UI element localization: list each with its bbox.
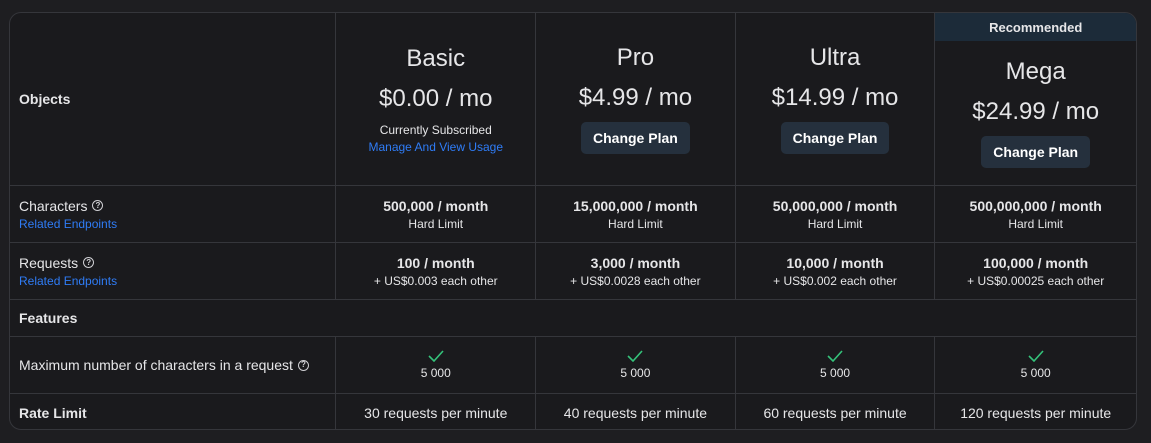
rate-limit-row: Rate Limit 30 requests per minute 40 req… <box>10 394 1136 429</box>
table-cell: 500,000,000 / month Hard Limit <box>935 186 1136 242</box>
plan-name: Pro <box>616 44 655 71</box>
quota-value: 500,000 / month <box>383 197 489 214</box>
table-cell: 120 requests per minute <box>935 394 1136 429</box>
max-characters-value: 5 000 <box>1020 366 1051 380</box>
features-label-cell: Features <box>10 300 337 336</box>
requests-label: Requests <box>19 254 79 271</box>
rate-limit-value: 30 requests per minute <box>364 404 508 421</box>
check-icon <box>428 350 444 362</box>
table-cell: 100 / month + US$0.003 each other <box>336 243 537 299</box>
table-cell: 60 requests per minute <box>736 394 936 429</box>
plan-price: $0.00 / mo <box>379 84 493 112</box>
plan-name: Basic <box>406 44 466 72</box>
help-icon[interactable]: ? <box>297 359 309 371</box>
plan-price: $14.99 / mo <box>771 84 899 111</box>
plan-name: Mega <box>1005 58 1066 85</box>
quota-note: + US$0.002 each other <box>773 273 897 288</box>
quota-note: + US$0.0028 each other <box>570 273 701 288</box>
max-characters-value: 5 000 <box>620 366 651 380</box>
table-cell: 5 000 <box>336 337 537 393</box>
requests-label-cell: Requests ? Related Endpoints <box>10 243 337 299</box>
related-endpoints-link[interactable]: Related Endpoints <box>19 274 117 288</box>
features-label: Features <box>19 310 78 326</box>
max-characters-row: Maximum number of characters in a reques… <box>10 337 1136 394</box>
characters-label: Characters <box>19 197 88 214</box>
max-characters-value: 5 000 <box>820 366 851 380</box>
plan-basic: Basic $0.00 / mo Currently Subscribed Ma… <box>336 13 537 185</box>
current-plan-note: Currently Subscribed <box>379 122 492 137</box>
manage-usage-link[interactable]: Manage And View Usage <box>368 140 503 154</box>
help-icon[interactable]: ? <box>83 257 95 268</box>
plan-ultra: Ultra $14.99 / mo Change Plan <box>736 13 936 185</box>
quota-value: 15,000,000 / month <box>573 197 698 214</box>
quota-value: 50,000,000 / month <box>772 197 898 214</box>
change-plan-button[interactable]: Change Plan <box>581 122 690 154</box>
plans-header-row: Objects Basic $0.00 / mo Currently Subsc… <box>10 13 1136 186</box>
recommended-badge: Recommended <box>935 13 1136 41</box>
quota-note: Hard Limit <box>408 216 464 231</box>
rate-limit-label: Rate Limit <box>19 404 87 421</box>
plan-mega: Recommended Mega $24.99 / mo Change Plan <box>935 13 1136 185</box>
features-row: Features <box>10 300 1136 337</box>
quota-note: Hard Limit <box>608 216 663 231</box>
quota-value: 500,000,000 / month <box>969 197 1102 214</box>
table-cell: 5 000 <box>935 337 1136 393</box>
table-cell: 40 requests per minute <box>536 394 736 429</box>
quota-value: 100,000 / month <box>983 254 1089 271</box>
plan-name: Ultra <box>809 44 861 71</box>
quota-note: + US$0.003 each other <box>373 273 498 288</box>
characters-label-cell: Characters ? Related Endpoints <box>10 186 337 242</box>
check-icon <box>627 350 643 362</box>
table-cell: 10,000 / month + US$0.002 each other <box>736 243 936 299</box>
table-cell: 5 000 <box>536 337 736 393</box>
rate-limit-value: 40 requests per minute <box>563 404 707 421</box>
quota-value: 100 / month <box>396 254 475 271</box>
change-plan-button[interactable]: Change Plan <box>780 122 890 154</box>
table-cell: 30 requests per minute <box>336 394 537 429</box>
pricing-table: Objects Basic $0.00 / mo Currently Subsc… <box>9 12 1137 430</box>
max-characters-label-cell: Maximum number of characters in a reques… <box>10 337 337 393</box>
max-characters-label: Maximum number of characters in a reques… <box>19 357 293 373</box>
requests-row: Requests ? Related Endpoints 100 / month… <box>10 243 1136 300</box>
rate-limit-value: 60 requests per minute <box>763 404 907 421</box>
help-icon[interactable]: ? <box>92 200 104 211</box>
objects-label: Objects <box>19 91 71 107</box>
check-icon <box>1028 350 1044 362</box>
quota-value: 3,000 / month <box>590 254 681 271</box>
table-cell: 50,000,000 / month Hard Limit <box>736 186 936 242</box>
table-cell: 15,000,000 / month Hard Limit <box>536 186 736 242</box>
plan-pro: Pro $4.99 / mo Change Plan <box>536 13 736 185</box>
table-cell: 5 000 <box>736 337 936 393</box>
max-characters-value: 5 000 <box>420 366 451 380</box>
check-icon <box>827 350 843 362</box>
change-plan-button[interactable]: Change Plan <box>981 136 1091 168</box>
quota-note: Hard Limit <box>1008 216 1064 231</box>
characters-row: Characters ? Related Endpoints 500,000 /… <box>10 186 1136 243</box>
table-cell: 100,000 / month + US$0.00025 each other <box>935 243 1136 299</box>
rate-limit-value: 120 requests per minute <box>960 404 1112 421</box>
quota-note: Hard Limit <box>807 216 863 231</box>
rate-limit-label-cell: Rate Limit <box>10 394 337 429</box>
quota-note: + US$0.00025 each other <box>967 273 1105 288</box>
table-cell: 500,000 / month Hard Limit <box>336 186 537 242</box>
table-cell: 3,000 / month + US$0.0028 each other <box>536 243 736 299</box>
objects-header-cell: Objects <box>10 13 337 185</box>
related-endpoints-link[interactable]: Related Endpoints <box>19 217 117 231</box>
plan-price: $24.99 / mo <box>972 98 1100 125</box>
plan-price: $4.99 / mo <box>578 84 693 111</box>
quota-value: 10,000 / month <box>786 254 884 271</box>
